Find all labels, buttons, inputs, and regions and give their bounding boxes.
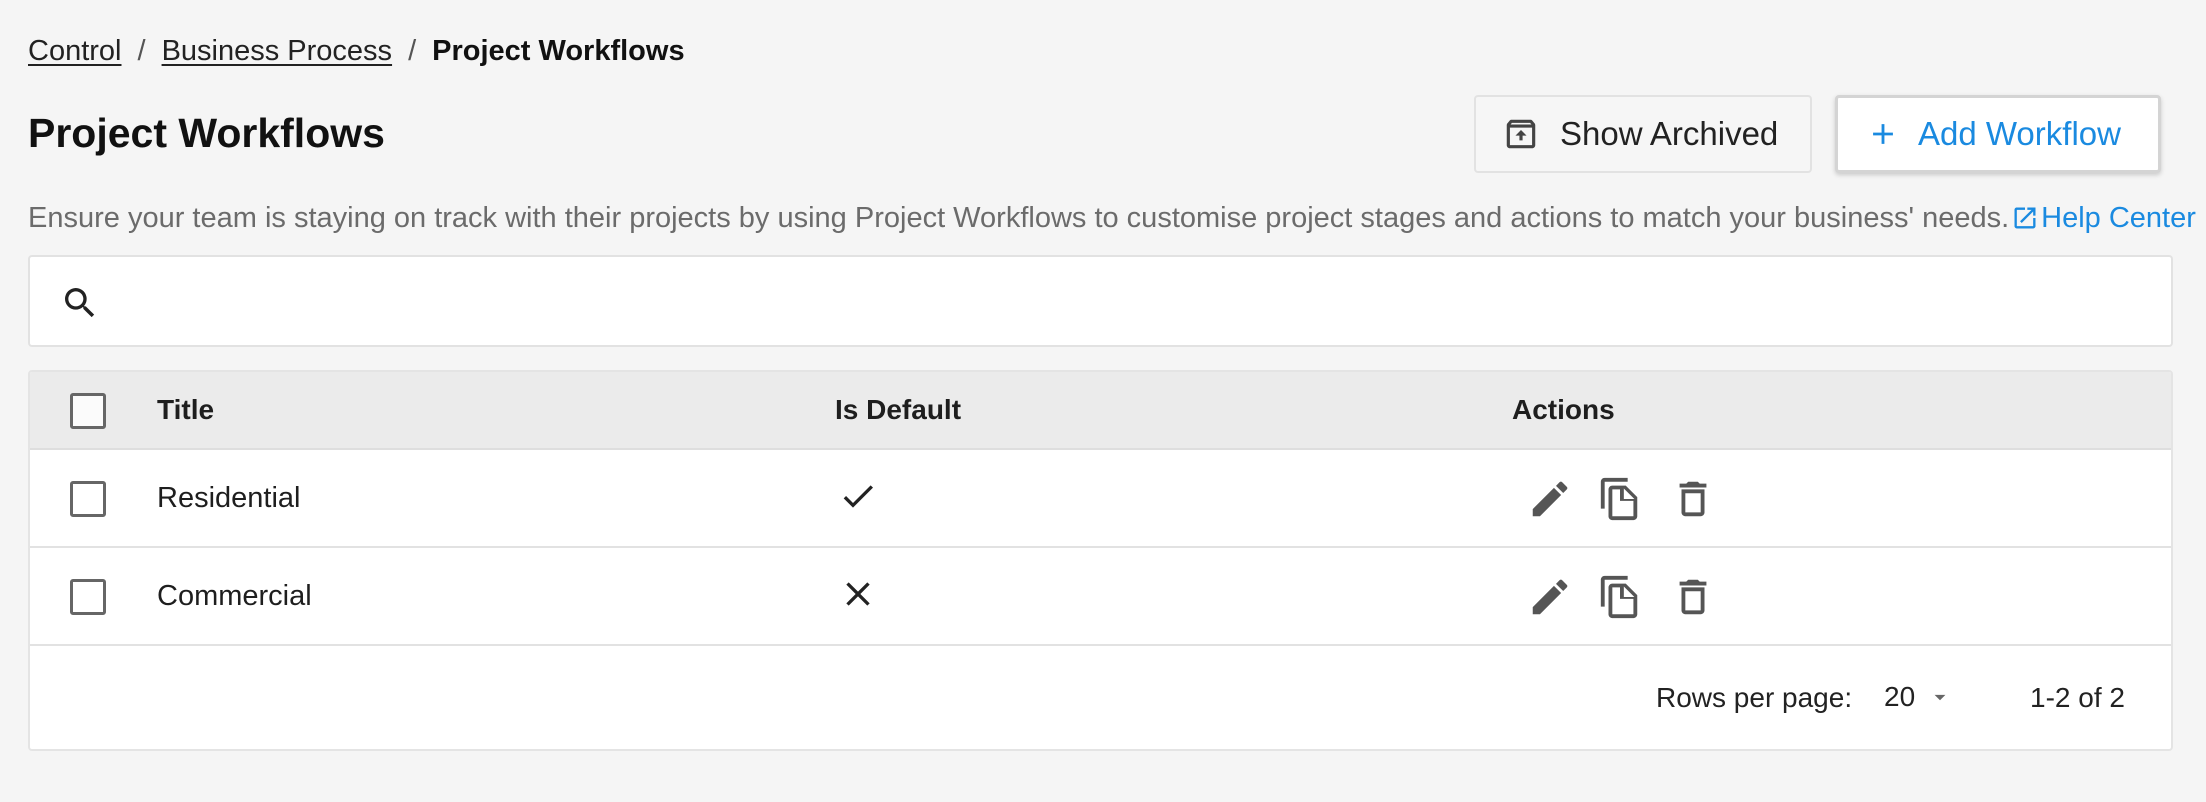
breadcrumb-separator: / (408, 35, 417, 67)
select-all-checkbox[interactable] (70, 393, 106, 429)
breadcrumb-link-business-process[interactable]: Business Process (162, 33, 393, 69)
table-pagination: Rows per page: 20 1-2 of 2 (30, 646, 2171, 749)
breadcrumb-current: Project Workflows (432, 35, 685, 67)
page-description: Ensure your team is staying on track wit… (28, 200, 2196, 236)
breadcrumb-link-control[interactable]: Control (28, 33, 122, 69)
search-box (28, 255, 2173, 347)
table-row[interactable]: Commercial (30, 548, 2171, 646)
edit-icon[interactable] (1527, 574, 1573, 620)
show-archived-label: Show Archived (1560, 115, 1779, 152)
edit-icon[interactable] (1527, 476, 1573, 522)
row-title: Commercial (157, 580, 312, 612)
add-workflow-button[interactable]: Add Workflow (1835, 95, 2161, 173)
close-icon (846, 582, 870, 606)
column-header-is-default[interactable]: Is Default (835, 392, 961, 428)
workflows-table: Title Is Default Actions Residential Com… (28, 370, 2173, 751)
breadcrumb: Control / Business Process / Project Wor… (28, 33, 685, 69)
delete-icon[interactable] (1670, 476, 1716, 522)
column-header-actions: Actions (1512, 394, 1615, 425)
rows-per-page-select[interactable]: 20 (1884, 676, 1953, 718)
show-archived-button[interactable]: Show Archived (1474, 95, 1812, 173)
row-checkbox[interactable] (70, 481, 106, 517)
rows-per-page-label: Rows per page: (1656, 682, 1853, 713)
external-link-icon (2014, 207, 2036, 229)
caret-down-icon (1934, 694, 1946, 701)
delete-icon[interactable] (1670, 574, 1716, 620)
search-icon (65, 288, 95, 318)
row-title: Residential (157, 482, 301, 514)
copy-icon[interactable] (1597, 574, 1643, 620)
archive-icon (1506, 119, 1536, 149)
table-header: Title Is Default Actions (30, 372, 2171, 450)
rows-per-page-value: 20 (1884, 681, 1916, 712)
help-center-link[interactable]: Help Center (2011, 200, 2196, 236)
check-icon (843, 485, 873, 508)
project-workflows-page: Control / Business Process / Project Wor… (0, 0, 2206, 802)
help-center-label: Help Center (2041, 202, 2196, 234)
column-header-title[interactable]: Title (157, 392, 214, 428)
table-row[interactable]: Residential (30, 450, 2171, 548)
breadcrumb-separator: / (137, 35, 146, 67)
copy-icon[interactable] (1597, 476, 1643, 522)
row-checkbox[interactable] (70, 579, 106, 615)
plus-icon (1873, 124, 1893, 144)
page-title: Project Workflows (28, 110, 385, 156)
pagination-range: 1-2 of 2 (2030, 682, 2125, 713)
search-input[interactable] (126, 271, 2146, 331)
add-workflow-label: Add Workflow (1918, 115, 2121, 152)
description-text: Ensure your team is staying on track wit… (28, 202, 2010, 234)
